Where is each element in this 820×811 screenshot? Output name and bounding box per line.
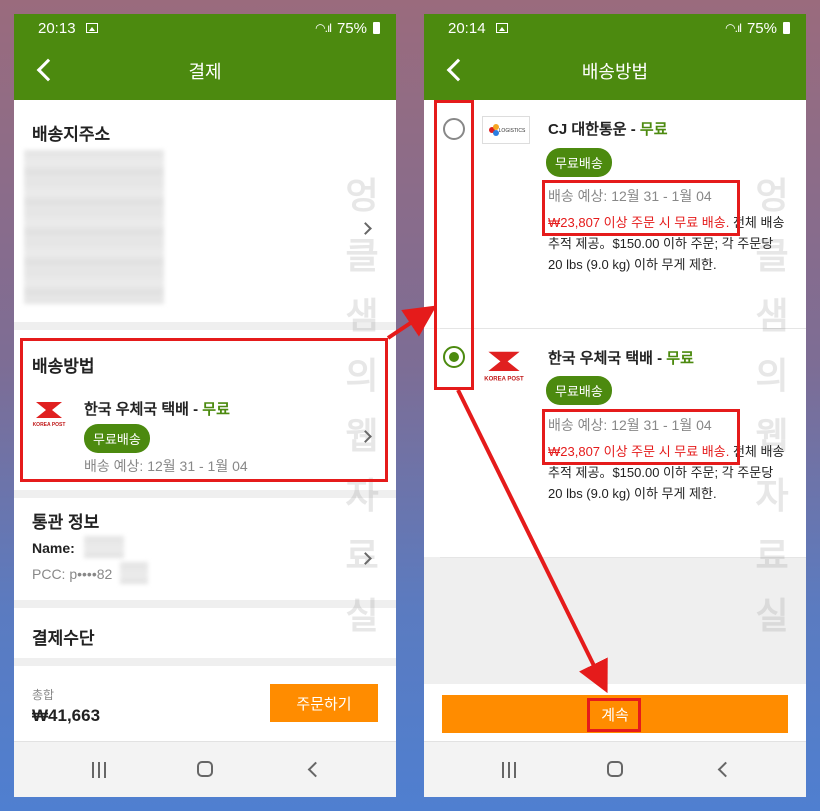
separator-dash: - <box>626 121 640 138</box>
app-bar: 배송방법 <box>424 42 806 100</box>
address-section[interactable]: 배송지주소 <box>14 100 396 322</box>
blurred-pcc <box>120 562 148 584</box>
back-arrow-icon[interactable] <box>32 56 60 84</box>
recent-apps-icon[interactable] <box>502 762 518 778</box>
wifi-signal-icon: ◠.ıl <box>315 21 332 35</box>
svg-text:KOREA POST: KOREA POST <box>484 377 524 383</box>
wifi-signal-icon: ◠.ıl <box>725 21 742 35</box>
status-battery-percent: 75% <box>746 19 777 37</box>
option-carrier: 한국 우체국 택배 <box>548 350 653 367</box>
divider <box>14 490 396 498</box>
page-title: 배송방법 <box>581 62 649 82</box>
status-time: 20:14 <box>448 19 486 37</box>
cj-logo-text: LOGISTICS <box>499 128 526 134</box>
blurred-name <box>84 536 124 558</box>
page-title: 결제 <box>188 62 222 82</box>
nav-back-icon[interactable] <box>717 761 734 778</box>
battery-icon <box>373 22 380 34</box>
annotation-box-radios <box>434 100 474 390</box>
divider <box>14 658 396 666</box>
status-battery-percent: 75% <box>336 19 367 37</box>
android-nav-bar <box>424 741 806 797</box>
korea-post-logo: KOREA POST <box>484 351 524 383</box>
annotation-box-option2-eta <box>542 409 740 465</box>
app-bar: 결제 <box>14 42 396 100</box>
android-nav-bar <box>14 741 396 797</box>
status-time: 20:13 <box>38 19 76 37</box>
option-carrier-line: 한국 우체국 택배 - 무료 <box>548 347 694 368</box>
option-price: 무료 <box>639 121 668 138</box>
option-carrier: CJ 대한통운 <box>548 121 627 138</box>
option-carrier-line: CJ 대한통운 - 무료 <box>548 118 668 139</box>
address-section-title: 배송지주소 <box>32 125 111 144</box>
status-bar: 20:14 ◠.ıl 75% <box>424 14 806 42</box>
divider <box>14 600 396 608</box>
customs-name-label: Name: <box>32 540 75 556</box>
annotation-box-option1-eta <box>542 180 740 236</box>
order-total-bar: 총합 ₩41,663 주문하기 <box>14 666 396 741</box>
payment-section-title: 결제수단 <box>32 629 95 648</box>
battery-icon <box>783 22 790 34</box>
right-phone-screen: 20:14 ◠.ıl 75% 배송방법 LOGISTICS CJ 대한통운 - … <box>424 14 806 797</box>
free-shipping-badge: 무료배송 <box>546 376 612 405</box>
nav-back-icon[interactable] <box>307 761 324 778</box>
cj-logistics-logo: LOGISTICS <box>482 116 530 144</box>
blurred-address <box>24 150 164 304</box>
home-icon[interactable] <box>197 761 213 777</box>
customs-section[interactable]: 통관 정보 Name: PCC: p••••82 <box>14 498 396 600</box>
place-order-button[interactable]: 주문하기 <box>270 684 378 722</box>
payment-section[interactable]: 결제수단 <box>14 608 396 658</box>
customs-pcc: PCC: p••••82 <box>32 566 113 582</box>
divider <box>14 322 396 330</box>
total-label: 총합 <box>32 688 55 702</box>
home-icon[interactable] <box>607 761 623 777</box>
status-bar: 20:13 ◠.ıl 75% <box>14 14 396 42</box>
option-price: 무료 <box>666 350 694 367</box>
total-value: ₩41,663 <box>32 706 101 725</box>
gallery-icon <box>85 23 98 33</box>
annotation-box-continue <box>587 698 641 732</box>
back-arrow-icon[interactable] <box>442 56 470 84</box>
customs-section-title: 통관 정보 <box>32 513 100 532</box>
free-shipping-badge: 무료배송 <box>546 148 612 177</box>
gallery-icon <box>495 23 508 33</box>
separator-dash: - <box>652 350 667 367</box>
recent-apps-icon[interactable] <box>92 762 108 778</box>
annotation-box-shipping <box>20 338 388 482</box>
